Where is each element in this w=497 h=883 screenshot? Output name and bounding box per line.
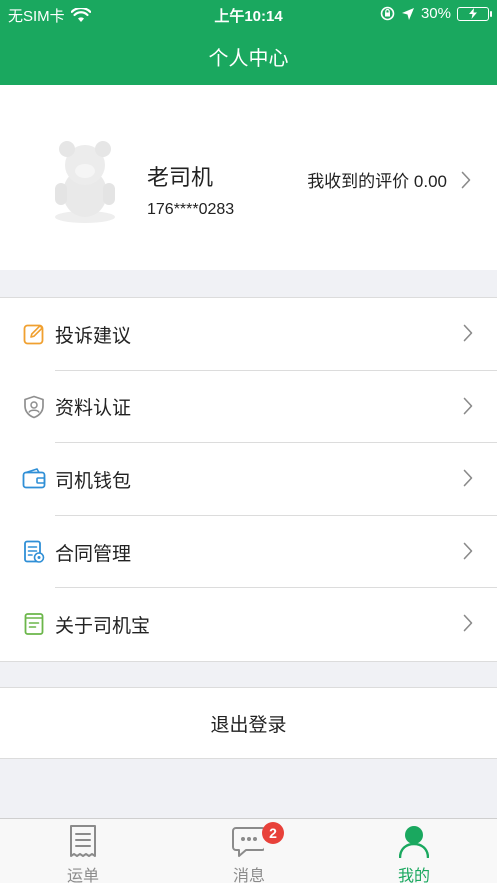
menu-item-label: 资料认证	[55, 398, 132, 420]
avatar[interactable]	[45, 135, 125, 225]
chevron-right-icon	[463, 469, 473, 487]
page-title: 个人中心	[208, 48, 289, 70]
tab-waybill[interactable]: 运单	[0, 819, 166, 883]
tab-label: 消息	[232, 868, 265, 883]
user-phone: 176****0283	[147, 201, 235, 218]
menu-item-label: 合同管理	[55, 543, 132, 565]
menu-item-contracts[interactable]: 合同管理	[0, 516, 497, 589]
contract-icon	[24, 540, 45, 563]
menu-item-verification[interactable]: 资料认证	[0, 371, 497, 444]
ratings-label: 我收到的评价 0.00	[307, 172, 447, 191]
person-icon	[399, 826, 429, 858]
wallet-icon	[22, 468, 46, 489]
chevron-right-icon	[463, 324, 473, 342]
tab-profile[interactable]: 我的	[331, 819, 497, 883]
battery-percent: 30%	[420, 5, 451, 22]
edit-icon	[23, 324, 44, 345]
logout-button[interactable]: 退出登录	[0, 687, 497, 759]
top-bar: 无SIM卡 上午10:14 30% 个人中心	[0, 0, 497, 85]
menu-item-label: 关于司机宝	[55, 616, 151, 638]
rotation-lock-icon	[380, 6, 395, 21]
tab-messages[interactable]: 2 消息	[166, 819, 332, 883]
profile-card[interactable]: 老司机 176****0283 我收到的评价 0.00	[0, 85, 497, 270]
status-bar: 无SIM卡 上午10:14 30%	[0, 0, 497, 28]
menu-item-about[interactable]: 关于司机宝	[0, 588, 497, 661]
unread-badge: 2	[262, 822, 284, 844]
chevron-right-icon	[463, 542, 473, 560]
menu-item-label: 司机钱包	[55, 470, 132, 492]
settings-menu: 投诉建议 资料认证 司机钱包 合同管理 关于司机宝	[0, 297, 497, 662]
location-arrow-icon	[401, 7, 414, 20]
waybill-icon	[70, 825, 96, 857]
menu-item-complaints[interactable]: 投诉建议	[0, 298, 497, 371]
menu-item-label: 投诉建议	[55, 325, 132, 347]
status-right: 30%	[380, 5, 492, 22]
message-icon	[232, 827, 264, 857]
tab-label: 运单	[66, 868, 99, 883]
tab-bar: 运单 2 消息 我的	[0, 818, 497, 883]
ratings-link[interactable]: 我收到的评价 0.00	[307, 167, 471, 192]
chevron-right-icon	[461, 171, 471, 188]
menu-item-wallet[interactable]: 司机钱包	[0, 443, 497, 516]
chevron-right-icon	[463, 615, 473, 632]
chevron-right-icon	[463, 397, 473, 414]
tab-label: 我的	[397, 868, 430, 883]
battery-icon	[457, 6, 492, 21]
book-icon	[24, 613, 44, 636]
user-name: 老司机	[147, 165, 214, 190]
shield-user-icon	[24, 395, 44, 418]
